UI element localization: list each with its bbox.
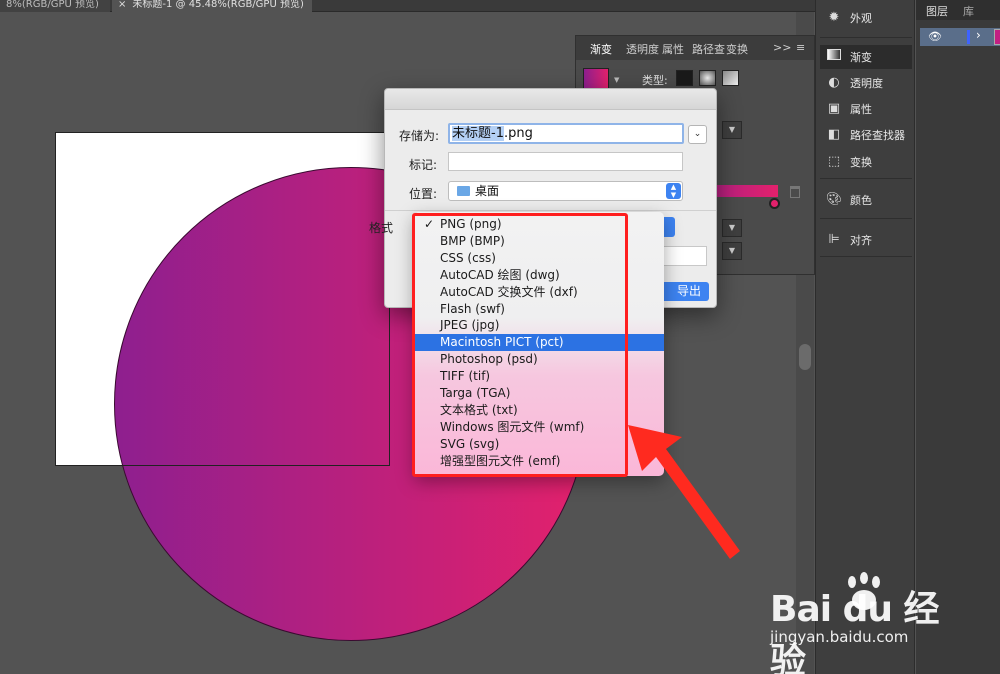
- dock-item-label: 变换: [850, 156, 872, 169]
- palette-icon: 🎨︎: [826, 192, 843, 207]
- document-tab-bar: 8%(RGB/GPU 预览) × 未标题-1 @ 45.48%(RGB/GPU 预…: [0, 0, 815, 12]
- dock-item-label: 颜色: [850, 194, 872, 207]
- swatch-dropdown-icon[interactable]: ▼: [614, 76, 619, 84]
- radial-gradient-button[interactable]: [699, 70, 716, 86]
- document-tab-1[interactable]: 8%(RGB/GPU 预览): [0, 0, 110, 12]
- dock-item-label: 渐变: [850, 51, 872, 64]
- align-icon: ⊫: [828, 232, 840, 247]
- location-dropdown[interactable]: ▼: [722, 242, 742, 260]
- layers-panel-tabs: 图层 库: [916, 0, 1000, 20]
- tab-gradient[interactable]: 渐变: [590, 41, 612, 57]
- trash-icon[interactable]: [790, 186, 800, 198]
- tab-library[interactable]: 库: [963, 3, 974, 19]
- transparency-icon: ◐: [828, 75, 840, 90]
- filename-selection: 未标题-1: [452, 126, 504, 141]
- tags-label: 标记:: [408, 158, 437, 172]
- layer-row[interactable]: 👁︎ ›: [920, 28, 1000, 46]
- expand-dialog-button[interactable]: ⌄: [688, 125, 707, 144]
- sun-icon: ✹: [828, 10, 840, 25]
- dock-item-align[interactable]: ⊫ 对齐: [820, 228, 912, 252]
- dock-item-label: 路径查找器: [850, 129, 905, 142]
- where-label: 位置:: [408, 187, 437, 201]
- baidu-watermark: Bai du 经验 jingyan.baidu.com: [770, 570, 950, 674]
- freeform-gradient-button[interactable]: [722, 70, 739, 86]
- tab-pathfinder[interactable]: 路径查: [692, 41, 725, 57]
- gradient-stop[interactable]: [769, 198, 780, 209]
- format-label: 格式: [368, 221, 393, 235]
- location-select[interactable]: 桌面 ▲ ▼: [448, 181, 683, 201]
- layer-thumbnail: [994, 29, 1000, 45]
- watermark-url: jingyan.baidu.com: [770, 628, 909, 646]
- divider: [820, 218, 912, 219]
- gradient-icon: [826, 49, 842, 65]
- red-arrow-annotation: [628, 425, 740, 559]
- dialog-titlebar: [385, 89, 716, 110]
- dock-item-gradient[interactable]: 渐变: [820, 45, 912, 69]
- gradient-type-label: 类型:: [642, 74, 668, 87]
- gradient-swatch[interactable]: [583, 68, 609, 90]
- filename-extension: .png: [503, 126, 533, 141]
- dock-item-appearance[interactable]: ✹ 外观: [820, 6, 912, 30]
- paw-icon: [848, 572, 880, 610]
- linear-gradient-button[interactable]: [676, 70, 693, 86]
- location-value: 桌面: [475, 184, 500, 198]
- dock-item-color[interactable]: 🎨︎ 颜色: [820, 188, 912, 212]
- tab-attributes[interactable]: 属性: [662, 41, 684, 57]
- filename-input[interactable]: 未标题-1.png: [448, 123, 684, 144]
- document-tab-1-title: 8%(RGB/GPU 预览): [6, 0, 99, 10]
- panel-menu-icon[interactable]: ≡: [796, 41, 805, 54]
- divider: [385, 210, 716, 211]
- dock-item-label: 外观: [850, 12, 872, 25]
- expand-arrow-icon[interactable]: ›: [976, 28, 981, 42]
- dock-item-attributes[interactable]: ▣ 属性: [820, 97, 912, 121]
- tab-transparency[interactable]: 透明度: [626, 41, 659, 57]
- dock-item-label: 透明度: [850, 77, 883, 90]
- dock-item-transform[interactable]: ⬚ 变换: [820, 150, 912, 174]
- transform-icon: ⬚: [827, 154, 841, 169]
- eye-icon[interactable]: 👁︎: [928, 30, 942, 43]
- divider: [820, 178, 912, 179]
- dock-item-label: 对齐: [850, 234, 872, 247]
- save-as-label: 存储为:: [398, 129, 439, 143]
- tab-layers[interactable]: 图层: [926, 3, 948, 19]
- stroke-dropdown[interactable]: ▼: [722, 121, 742, 139]
- attributes-icon: ▣: [827, 101, 841, 116]
- tags-input[interactable]: [448, 152, 683, 171]
- highlight-box: [412, 213, 628, 477]
- document-tab-2[interactable]: × 未标题-1 @ 45.48%(RGB/GPU 预览): [112, 0, 312, 12]
- dock-item-label: 属性: [850, 103, 872, 116]
- scrollbar-thumb[interactable]: [799, 344, 811, 370]
- tab-transform[interactable]: 变换: [726, 41, 748, 57]
- export-option-field[interactable]: [657, 246, 707, 266]
- dock-item-pathfinder[interactable]: ◧ 路径查找器: [820, 123, 912, 147]
- opacity-dropdown[interactable]: ▼: [722, 219, 742, 237]
- divider: [820, 256, 912, 257]
- panel-overflow-icon[interactable]: >>: [773, 41, 791, 54]
- close-tab-icon[interactable]: ×: [118, 0, 126, 10]
- divider: [820, 37, 912, 38]
- chevron-updown-icon: ▲ ▼: [666, 183, 681, 199]
- document-tab-2-title: 未标题-1 @ 45.48%(RGB/GPU 预览): [132, 0, 304, 10]
- folder-icon: [457, 186, 470, 196]
- dock-item-transparency[interactable]: ◐ 透明度: [820, 71, 912, 95]
- layer-color-bar: [967, 30, 970, 44]
- gradient-panel-tabs: 渐变 透明度 属性 路径查 变换 >> ≡: [576, 36, 814, 60]
- pathfinder-icon: ◧: [827, 127, 841, 142]
